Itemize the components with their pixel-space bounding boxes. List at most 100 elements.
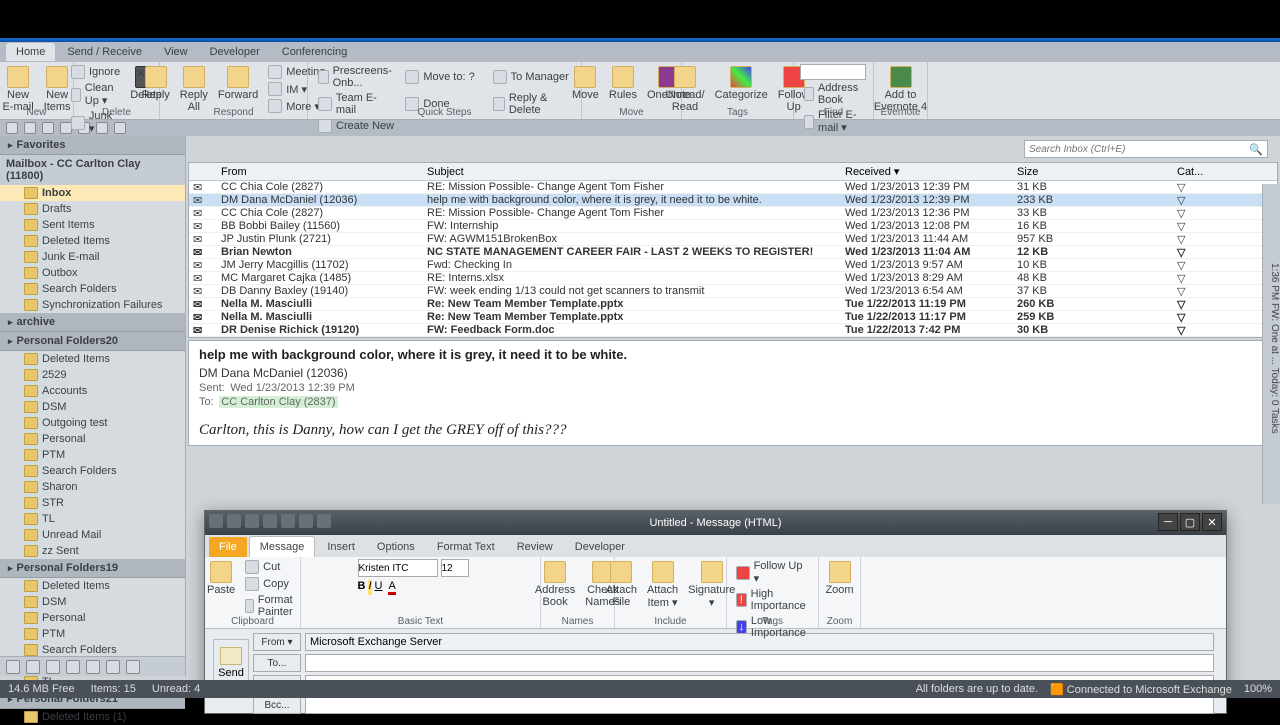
mail-row[interactable]: ✉DR Denise Richick (19120)FW: Feedback F…	[189, 324, 1277, 337]
mail-row[interactable]: ✉BB Bobbi Bailey (11560)FW: InternshipWe…	[189, 220, 1277, 233]
nav-favorites[interactable]: Favorites	[0, 136, 185, 155]
nav-item[interactable]: Deleted Items	[0, 578, 185, 594]
qat-icon[interactable]	[6, 122, 18, 134]
nav-item[interactable]: PTM	[0, 447, 185, 463]
nav-item[interactable]: Outgoing test	[0, 415, 185, 431]
ctab-developer[interactable]: Developer	[565, 537, 635, 557]
nav-mailbox[interactable]: Mailbox - CC Carlton Clay (11800)	[0, 155, 185, 185]
nav-item[interactable]: Deleted Items	[0, 233, 185, 249]
italic-icon[interactable]: I	[368, 580, 371, 595]
qat-icon[interactable]	[24, 122, 36, 134]
col-received[interactable]: Received ▾	[841, 165, 1013, 178]
ignore-button[interactable]: Ignore	[67, 64, 124, 80]
col-categories[interactable]: Cat...	[1173, 166, 1211, 178]
col-from[interactable]: From	[217, 166, 423, 178]
col-size[interactable]: Size	[1013, 166, 1173, 178]
mail-icon[interactable]	[6, 660, 20, 674]
cut-button[interactable]: Cut	[241, 559, 302, 575]
nav-pf19[interactable]: Personal Folders19	[0, 559, 185, 578]
calendar-icon[interactable]	[26, 660, 40, 674]
tab-conferencing[interactable]: Conferencing	[272, 43, 357, 61]
shortcuts-icon[interactable]	[126, 660, 140, 674]
nav-item[interactable]: Accounts	[0, 383, 185, 399]
tab-sendreceive[interactable]: Send / Receive	[57, 43, 152, 61]
nav-pf20[interactable]: Personal Folders20	[0, 332, 185, 351]
nav-item[interactable]: Junk E-mail	[0, 249, 185, 265]
qs-createnew[interactable]: Create New	[314, 118, 400, 134]
fontcolor-icon[interactable]: A	[388, 580, 395, 595]
nav-item[interactable]: Personal	[0, 610, 185, 626]
attachfile-button[interactable]: Attach File	[602, 559, 641, 611]
nav-item[interactable]: DSM	[0, 399, 185, 415]
nav-item[interactable]: Unread Mail	[0, 527, 185, 543]
search-box[interactable]: 🔍	[1024, 140, 1268, 158]
mail-row[interactable]: ✉Brian NewtonNC STATE MANAGEMENT CAREER …	[189, 246, 1277, 259]
mail-row[interactable]: ✉CC Chia Cole (2827)RE: Mission Possible…	[189, 181, 1277, 194]
bcc-button[interactable]: Bcc...	[253, 696, 301, 714]
cleanup-button[interactable]: Clean Up ▾	[67, 81, 124, 108]
qs-moveto[interactable]: Move to: ?	[401, 64, 487, 90]
nav-item[interactable]: Inbox	[0, 185, 185, 201]
contacts-icon[interactable]	[46, 660, 60, 674]
qs-tomanager[interactable]: To Manager	[489, 64, 575, 90]
compose-qat-icon[interactable]	[209, 514, 223, 528]
font-select[interactable]	[358, 559, 438, 577]
compose-qat-undo-icon[interactable]	[245, 514, 259, 528]
ctab-file[interactable]: File	[209, 537, 247, 557]
highimportance-button[interactable]: !High Importance	[732, 587, 813, 613]
status-zoom[interactable]: 100%	[1244, 683, 1272, 695]
mail-row[interactable]: ✉JM Jerry Macgillis (11702)Fwd: Checking…	[189, 259, 1277, 272]
mail-row[interactable]: ✉Nella M. MasciulliRe: New Team Member T…	[189, 311, 1277, 324]
maximize-button[interactable]: ▢	[1180, 513, 1200, 531]
find-contact-input[interactable]	[800, 64, 866, 80]
tab-home[interactable]: Home	[6, 43, 55, 61]
folders-icon[interactable]	[106, 660, 120, 674]
nav-item[interactable]: Deleted Items	[0, 351, 185, 367]
move-button[interactable]: Move	[568, 64, 603, 103]
bold-icon[interactable]: B	[358, 580, 366, 595]
nav-item[interactable]: Drafts	[0, 201, 185, 217]
zoom-button[interactable]: Zoom	[821, 559, 857, 598]
col-subject[interactable]: Subject	[423, 166, 841, 178]
nav-item[interactable]: Deleted Items (1)	[0, 709, 185, 725]
ctab-message[interactable]: Message	[249, 536, 316, 557]
nav-item[interactable]: Search Folders	[0, 281, 185, 297]
todo-bar[interactable]: 1:36 PM FW: One at ... Today: 0 Tasks	[1262, 184, 1280, 504]
addressbook-button[interactable]: Address Book	[800, 81, 867, 107]
mail-row[interactable]: ✉CC Chia Cole (2827)RE: Mission Possible…	[189, 207, 1277, 220]
rules-button[interactable]: Rules	[605, 64, 641, 103]
ctab-options[interactable]: Options	[367, 537, 425, 557]
bcc-field[interactable]	[305, 696, 1214, 714]
followup-button2[interactable]: Follow Up ▾	[732, 559, 813, 586]
copy-button[interactable]: Copy	[241, 576, 302, 592]
addressbook-button2[interactable]: Address Book	[531, 559, 579, 610]
compose-qat-redo-icon[interactable]	[263, 514, 277, 528]
from-button[interactable]: From ▾	[253, 633, 301, 651]
fontsize-select[interactable]	[441, 559, 469, 577]
tab-view[interactable]: View	[154, 43, 198, 61]
underline-icon[interactable]: U	[375, 580, 383, 595]
paste-button[interactable]: Paste	[203, 559, 239, 619]
compose-qat-icon[interactable]	[299, 514, 313, 528]
mail-row[interactable]: ✉MC Margaret Cajka (1485)RE: Interns.xls…	[189, 272, 1277, 285]
to-field[interactable]	[305, 654, 1214, 672]
nav-archive[interactable]: archive	[0, 313, 185, 332]
nav-item[interactable]: TL	[0, 511, 185, 527]
compose-qat-icon[interactable]	[281, 514, 295, 528]
nav-item[interactable]: 2529	[0, 367, 185, 383]
nav-item[interactable]: Personal	[0, 431, 185, 447]
mail-row[interactable]: ✉JP Justin Plunk (2721)FW: AGWM151Broken…	[189, 233, 1277, 246]
nav-item[interactable]: Sent Items	[0, 217, 185, 233]
nav-item[interactable]: Sharon	[0, 479, 185, 495]
qat-icon[interactable]	[42, 122, 54, 134]
nav-item[interactable]: DSM	[0, 594, 185, 610]
compose-qat-save-icon[interactable]	[227, 514, 241, 528]
minimize-button[interactable]: ─	[1158, 513, 1178, 531]
to-button[interactable]: To...	[253, 654, 301, 672]
search-icon[interactable]: 🔍	[1249, 143, 1263, 156]
mail-row[interactable]: ✉DM Dana McDaniel (12036)help me with ba…	[189, 194, 1277, 207]
tasks-icon[interactable]	[66, 660, 80, 674]
search-input[interactable]	[1029, 144, 1249, 155]
tab-developer[interactable]: Developer	[200, 43, 270, 61]
ctab-formattext[interactable]: Format Text	[427, 537, 505, 557]
